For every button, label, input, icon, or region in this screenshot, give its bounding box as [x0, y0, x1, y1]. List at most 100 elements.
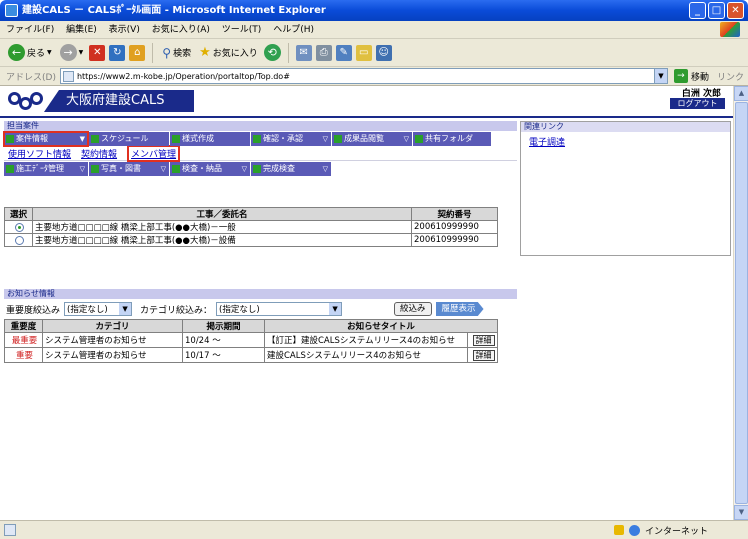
print-icon[interactable]: ⎙ [315, 44, 332, 61]
notice-filters: 重要度絞込み (指定なし) ▼ カテゴリ絞込み： (指定なし) ▼ 絞込み 履歴… [4, 299, 517, 319]
forward-button[interactable]: → ▼ [58, 42, 86, 64]
menu-edit[interactable]: 編集(E) [66, 25, 97, 35]
toolbar-separator [152, 42, 154, 63]
scroll-down-icon[interactable]: ▼ [734, 505, 748, 520]
logo-ring [30, 92, 43, 105]
tab-approval[interactable]: 確認・承認 ▽ [251, 132, 331, 146]
col-notice-title: お知らせタイトル [264, 319, 498, 333]
menu-favorites[interactable]: お気に入り(A) [152, 25, 210, 35]
tab-deliverables-label: 成果品閲覧 [344, 134, 384, 143]
category-cell: システム管理者のお知らせ [42, 347, 183, 363]
col-select: 選択 [4, 207, 33, 221]
importance-select-value: (指定なし) [67, 305, 108, 315]
select-cell [4, 220, 33, 234]
table-row: 重要 システム管理者のお知らせ 10/17 ～ 建設CALSシステムリリース4の… [4, 347, 498, 363]
tab-photos-docs[interactable]: 写真・図書 ▽ [89, 162, 169, 176]
projects-section-title: 担当案件 [4, 121, 517, 131]
scroll-up-icon[interactable]: ▲ [734, 86, 748, 101]
period-cell: 10/17 ～ [182, 347, 265, 363]
maximize-button[interactable]: □ [708, 2, 725, 19]
menu-file[interactable]: ファイル(F) [6, 25, 54, 35]
vertical-scrollbar[interactable]: ▲ ▼ [733, 86, 748, 520]
window-title: 建設CALS － CALSﾎﾟｰﾀﾙ画面 - Microsoft Interne… [22, 5, 326, 16]
minimize-button[interactable]: _ [689, 2, 706, 19]
col-period: 掲示期間 [182, 319, 265, 333]
toolbar: ← 戻る ▼ → ▼ ✕ ↻ ⌂ ⚲ 検索 ★ お気に入り ⟲ ✉ ⎙ ✎ ▭ … [0, 39, 748, 67]
home-icon[interactable]: ⌂ [129, 44, 146, 61]
category-cell: システム管理者のお知らせ [42, 332, 183, 348]
favorites-button[interactable]: ★ お気に入り [197, 42, 260, 64]
tab-project-info[interactable]: 案件情報 ▼ [3, 131, 89, 147]
grid-icon [253, 135, 261, 143]
tab-approval-label: 確認・承認 [263, 134, 303, 143]
back-button[interactable]: ← 戻る ▼ [6, 42, 54, 64]
link-e-procurement[interactable]: 電子調達 [529, 135, 730, 148]
tab-shared-folder-label: 共有フォルダ [425, 134, 473, 143]
go-button[interactable]: 移動 [691, 70, 709, 83]
detail-button[interactable]: 詳細 [472, 334, 495, 346]
chevron-down-icon: ▽ [79, 165, 85, 173]
tab-completion-inspection-label: 完成検査 [263, 164, 295, 173]
grid-icon [334, 135, 342, 143]
link-contract-info[interactable]: 契約情報 [81, 147, 117, 160]
chevron-down-icon: ▼ [79, 135, 85, 143]
table-row[interactable]: 主要地方道□□□□線 橋梁上部工事(●●大橋)－設備 200610999990 [4, 233, 498, 247]
col-contract-no: 契約番号 [411, 207, 498, 221]
site-title: 大阪府建設CALS [44, 90, 194, 112]
stop-icon[interactable]: ✕ [89, 44, 106, 61]
messenger-icon[interactable]: ☺ [375, 44, 392, 61]
importance-select[interactable]: (指定なし) ▼ [64, 302, 133, 316]
chevron-down-icon: ▼ [119, 303, 132, 315]
table-row: 最重要 システム管理者のお知らせ 10/24 ～ 【訂正】建設CALSシステムリ… [4, 332, 498, 348]
mail-icon[interactable]: ✉ [295, 44, 312, 61]
edit-icon[interactable]: ✎ [335, 44, 352, 61]
tab-construction-data-label: 施工ﾃﾞｰﾀ管理 [16, 164, 64, 173]
tab-construction-data[interactable]: 施工ﾃﾞｰﾀ管理 ▽ [4, 162, 88, 176]
folder-icon[interactable]: ▭ [355, 44, 372, 61]
select-cell [4, 233, 33, 247]
notice-table: 重要度 カテゴリ 掲示期間 お知らせタイトル 最重要 システム管理者のお知らせ … [4, 319, 498, 363]
logout-button[interactable]: ログアウト [670, 98, 725, 109]
history-button[interactable]: 履歴表示 [435, 302, 484, 316]
contract-number: 200610999990 [411, 233, 498, 247]
tab-completion-inspection[interactable]: 完成検査 ▽ [251, 162, 331, 176]
chevron-down-icon[interactable]: ▼ [653, 69, 667, 83]
star-icon: ★ [199, 45, 211, 60]
menu-tools[interactable]: ツール(T) [222, 25, 262, 35]
page-viewport: 大阪府建設CALS 白洲 次郎 ログアウト 担当案件 案件情報 ▼ スケジュール… [0, 86, 733, 520]
go-arrow-icon[interactable]: → [673, 69, 688, 83]
tab-inspection-delivery[interactable]: 検査・納品 ▽ [170, 162, 250, 176]
favorites-label: お気に入り [212, 49, 258, 59]
link-software-info[interactable]: 使用ソフト情報 [8, 147, 71, 160]
history-icon[interactable]: ⟲ [263, 44, 281, 61]
close-button[interactable]: ✕ [727, 2, 744, 19]
menu-view[interactable]: 表示(V) [109, 25, 140, 35]
osaka-logo [8, 92, 43, 110]
project-radio[interactable] [15, 235, 24, 245]
grid-icon [172, 165, 180, 173]
tab-shared-folder[interactable]: 共有フォルダ [413, 132, 491, 146]
link-member-management[interactable]: メンバ管理 [127, 145, 181, 162]
tab-deliverables[interactable]: 成果品閲覧 ▽ [332, 132, 412, 146]
search-button[interactable]: ⚲ 検索 [160, 42, 193, 64]
project-radio[interactable] [15, 222, 24, 232]
detail-button[interactable]: 詳細 [472, 349, 495, 361]
table-row[interactable]: 主要地方道□□□□線 橋梁上部工事(●●大橋)－一般 200610999990 [4, 220, 498, 234]
tab-schedule[interactable]: スケジュール [89, 132, 169, 146]
category-select[interactable]: (指定なし) ▼ [216, 302, 343, 316]
tab-form-creation[interactable]: 様式作成 [170, 132, 250, 146]
project-menu-row2: 施工ﾃﾞｰﾀ管理 ▽ 写真・図書 ▽ 検査・納品 ▽ 完成検査 ▽ [4, 162, 517, 176]
scroll-thumb[interactable] [735, 102, 748, 504]
address-input[interactable]: https://www2.m-kobe.jp/Operation/portalt… [59, 68, 668, 84]
grid-icon [253, 165, 261, 173]
filter-button[interactable]: 絞込み [394, 302, 432, 316]
site-header: 大阪府建設CALS 白洲 次郎 ログアウト [0, 86, 733, 120]
links-label[interactable]: リンク [717, 70, 744, 83]
menu-help[interactable]: ヘルプ(H) [273, 25, 314, 35]
notices-section-title: お知らせ情報 [4, 289, 517, 299]
chevron-down-icon: ▽ [403, 135, 409, 143]
col-category: カテゴリ [42, 319, 183, 333]
chevron-down-icon: ▽ [241, 165, 247, 173]
back-label: 戻る [27, 49, 46, 59]
refresh-icon[interactable]: ↻ [109, 44, 126, 61]
